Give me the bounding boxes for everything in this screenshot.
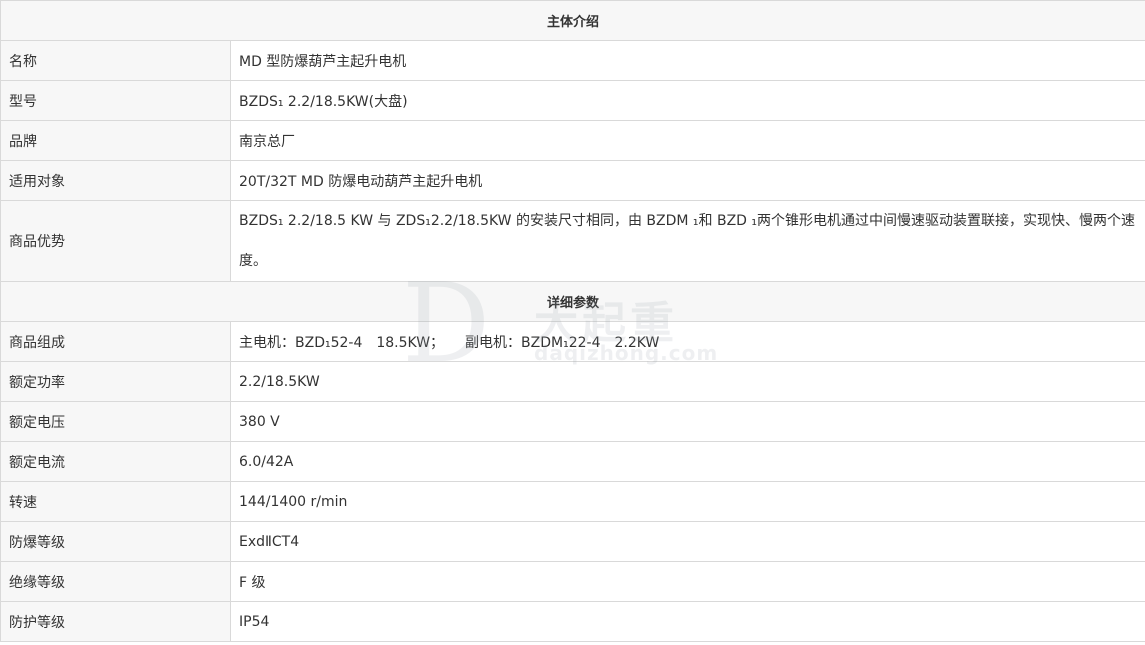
intro-section-title: 主体介绍 [0, 0, 1145, 41]
row-value-protection-grade: IP54 [229, 601, 1145, 642]
details-section-header: 详细参数 [0, 281, 1145, 322]
row-label-composition: 商品组成 [0, 321, 231, 362]
row-label-insulation-grade: 绝缘等级 [0, 561, 231, 602]
row-value-explosion-grade: ExdⅡCT4 [229, 521, 1145, 562]
row-value-speed: 144/1400 r/min [229, 481, 1145, 522]
table-row: 额定电压 380 V [0, 401, 1145, 442]
row-value-rated-current: 6.0/42A [229, 441, 1145, 482]
table-row: 名称 MD 型防爆葫芦主起升电机 [0, 40, 1145, 81]
row-value-rated-power: 2.2/18.5KW [229, 361, 1145, 402]
row-value-advantage: BZDS₁ 2.2/18.5 KW 与 ZDS₁2.2/18.5KW 的安装尺寸… [229, 200, 1145, 282]
spec-table: 主体介绍 名称 MD 型防爆葫芦主起升电机 型号 BZDS₁ 2.2/18.5K… [0, 0, 1145, 642]
row-label-name: 名称 [0, 40, 231, 81]
table-row: 防护等级 IP54 [0, 601, 1145, 642]
row-label-model: 型号 [0, 80, 231, 121]
row-label-rated-voltage: 额定电压 [0, 401, 231, 442]
row-label-explosion-grade: 防爆等级 [0, 521, 231, 562]
row-label-application: 适用对象 [0, 160, 231, 201]
row-value-model: BZDS₁ 2.2/18.5KW(大盘) [229, 80, 1145, 121]
table-row: 额定功率 2.2/18.5KW [0, 361, 1145, 402]
details-section-title: 详细参数 [0, 281, 1145, 322]
row-label-advantage: 商品优势 [0, 200, 231, 282]
row-value-rated-voltage: 380 V [229, 401, 1145, 442]
table-row: 型号 BZDS₁ 2.2/18.5KW(大盘) [0, 80, 1145, 121]
row-label-protection-grade: 防护等级 [0, 601, 231, 642]
row-value-insulation-grade: F 级 [229, 561, 1145, 602]
product-spec-sheet: 主体介绍 名称 MD 型防爆葫芦主起升电机 型号 BZDS₁ 2.2/18.5K… [0, 0, 1145, 645]
table-row: 商品优势 BZDS₁ 2.2/18.5 KW 与 ZDS₁2.2/18.5KW … [0, 200, 1145, 282]
row-value-name: MD 型防爆葫芦主起升电机 [229, 40, 1145, 81]
table-row: 品牌 南京总厂 [0, 120, 1145, 161]
row-value-brand: 南京总厂 [229, 120, 1145, 161]
row-label-rated-power: 额定功率 [0, 361, 231, 402]
table-row: 额定电流 6.0/42A [0, 441, 1145, 482]
table-row: 绝缘等级 F 级 [0, 561, 1145, 602]
table-row: 商品组成 主电机：BZD₁52-4 18.5KW； 副电机：BZDM₁22-4 … [0, 321, 1145, 362]
intro-section-header: 主体介绍 [0, 0, 1145, 41]
row-value-application: 20T/32T MD 防爆电动葫芦主起升电机 [229, 160, 1145, 201]
row-value-composition: 主电机：BZD₁52-4 18.5KW； 副电机：BZDM₁22-4 2.2KW [229, 321, 1145, 362]
table-row: 转速 144/1400 r/min [0, 481, 1145, 522]
row-label-rated-current: 额定电流 [0, 441, 231, 482]
row-label-speed: 转速 [0, 481, 231, 522]
row-label-brand: 品牌 [0, 120, 231, 161]
table-row: 适用对象 20T/32T MD 防爆电动葫芦主起升电机 [0, 160, 1145, 201]
table-row: 防爆等级 ExdⅡCT4 [0, 521, 1145, 562]
